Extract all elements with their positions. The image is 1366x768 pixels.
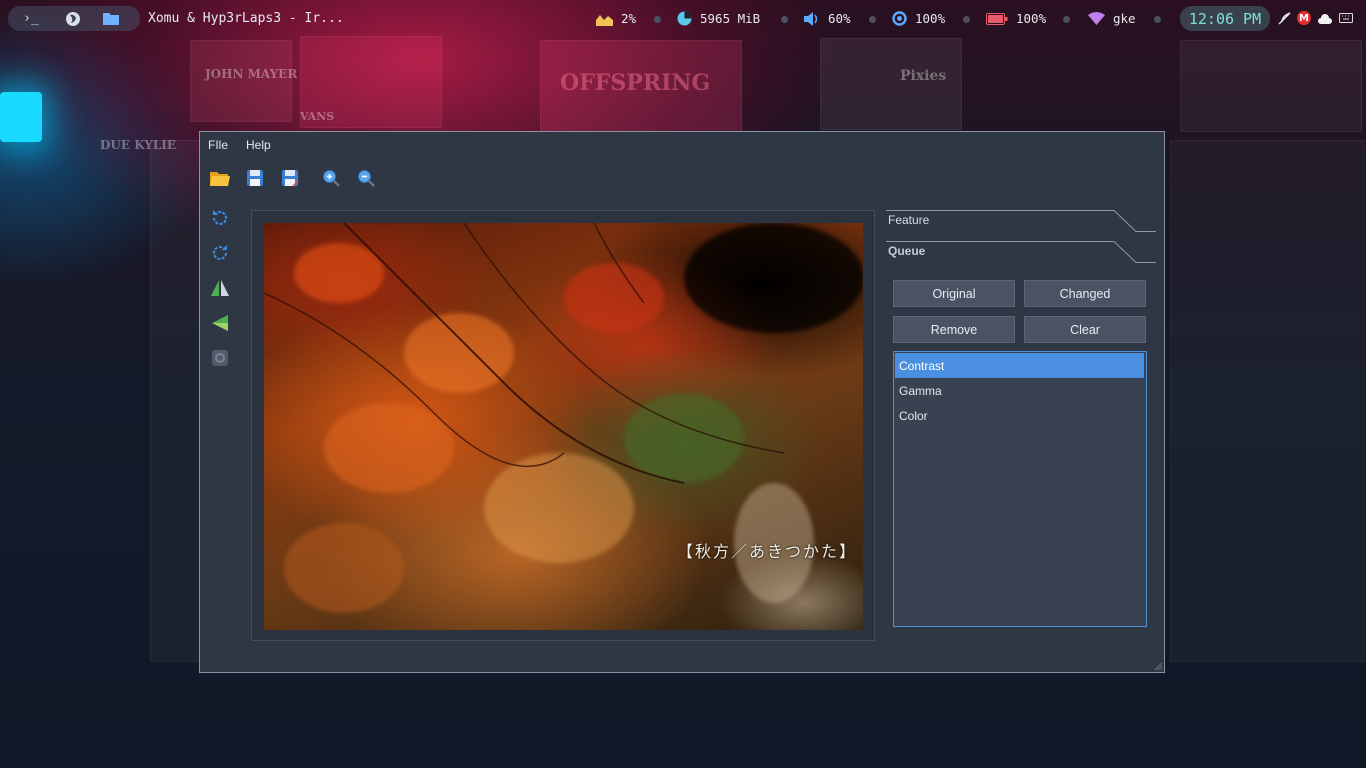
zoom-in-icon[interactable] (319, 166, 342, 189)
terminal-glyph: ›_ (23, 11, 39, 26)
wallpaper-offspring: OFFSPRING (560, 70, 711, 96)
volume-icon (804, 11, 818, 26)
launcher-pill: ›_ (8, 6, 140, 31)
tray-keyboard-icon[interactable] (1339, 11, 1353, 25)
cpu-value: 2% (621, 11, 637, 26)
rotate-right-icon[interactable] (208, 241, 232, 265)
tray-cloud-icon[interactable] (1318, 11, 1332, 25)
image-editor-window: FIle Help 【秋方／あきつかた】 Feature Queue Origi… (199, 131, 1165, 673)
flip-vertical-icon[interactable] (208, 311, 232, 335)
tray-leaf-icon[interactable] (1277, 11, 1291, 25)
save-as-icon[interactable] (278, 166, 301, 189)
memory-pie-icon (677, 11, 692, 26)
tab-feature[interactable]: Feature (886, 210, 1156, 232)
tab-queue-outline (886, 241, 1156, 263)
transform-tools (208, 206, 232, 370)
network-indicator[interactable]: gke (1088, 11, 1136, 26)
separator-dot (963, 16, 970, 23)
menu-help[interactable]: Help (246, 138, 271, 152)
brightness-indicator[interactable]: 100% (892, 11, 945, 26)
reset-icon[interactable] (208, 346, 232, 370)
open-folder-icon[interactable] (208, 166, 231, 189)
separator-dot (654, 16, 661, 23)
separator-dot (1063, 16, 1070, 23)
battery-indicator: 100% (986, 11, 1046, 26)
image-canvas: 【秋方／あきつかた】 (251, 210, 875, 641)
remove-button[interactable]: Remove (893, 316, 1015, 343)
wifi-icon (1088, 12, 1105, 25)
terminal-icon[interactable]: ›_ (8, 6, 54, 31)
wallpaper-pixies: Pixies (900, 68, 947, 84)
original-button[interactable]: Original (893, 280, 1015, 307)
rotate-left-icon[interactable] (208, 206, 232, 230)
tab-queue[interactable]: Queue (886, 241, 1156, 263)
branch-lines (264, 223, 785, 484)
flip-horizontal-icon[interactable] (208, 276, 232, 300)
save-icon[interactable] (243, 166, 266, 189)
wallpaper-kylie: DUE KYLIE (100, 138, 177, 152)
battery-icon (986, 12, 1008, 25)
memory-indicator: 5965 MiB (677, 11, 760, 26)
separator-dot (781, 16, 788, 23)
cpu-indicator: 2% (596, 11, 636, 26)
wallpaper-john-mayer: JOHN MAYER (205, 67, 298, 81)
memory-value: 5965 MiB (700, 11, 761, 26)
menu-file[interactable]: FIle (208, 138, 228, 152)
volume-value: 60% (828, 11, 851, 26)
resize-grip-icon[interactable] (1153, 661, 1163, 671)
queue-item-gamma[interactable]: Gamma (894, 378, 1146, 403)
clear-button[interactable]: Clear (1024, 316, 1146, 343)
brightness-icon (892, 11, 907, 26)
tab-feature-outline (886, 210, 1156, 232)
toolbar (208, 166, 377, 190)
battery-value: 100% (1016, 11, 1047, 26)
tray-mail-icon[interactable]: M (1297, 11, 1311, 25)
volume-indicator[interactable]: 60% (804, 11, 851, 26)
image-preview: 【秋方／あきつかた】 (264, 223, 863, 630)
clock[interactable]: 12:06 PM (1180, 6, 1270, 31)
top-bar: ›_ Xomu & Hyp3rLaps3 - Ir... 2% 5965 MiB… (0, 0, 1366, 38)
separator-dot (869, 16, 876, 23)
brightness-value: 100% (915, 11, 946, 26)
separator-dot (1154, 16, 1161, 23)
active-window-title: Xomu & Hyp3rLaps3 - Ir... (148, 11, 344, 26)
neon-light (0, 92, 42, 142)
browser-icon[interactable] (54, 6, 92, 31)
zoom-out-icon[interactable] (354, 166, 377, 189)
queue-item-color[interactable]: Color (894, 403, 1146, 428)
queue-list[interactable]: Contrast Gamma Color (893, 351, 1147, 627)
files-icon[interactable] (92, 6, 130, 31)
image-caption: 【秋方／あきつかた】 (676, 542, 857, 561)
cpu-chart-icon (596, 14, 613, 26)
wallpaper-vans: VANS (300, 110, 335, 123)
changed-button[interactable]: Changed (1024, 280, 1146, 307)
menu-bar: FIle Help (200, 132, 1172, 158)
queue-item-contrast[interactable]: Contrast (895, 353, 1144, 378)
network-name: gke (1113, 11, 1136, 26)
